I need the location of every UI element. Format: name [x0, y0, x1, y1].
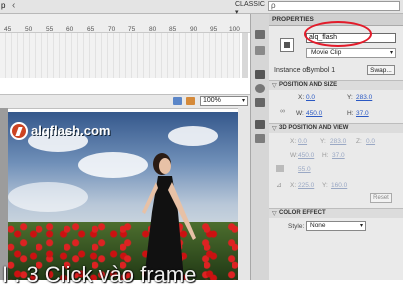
ruler-tick: 60: [66, 26, 74, 33]
edit-symbol-icon[interactable]: [186, 97, 195, 105]
workspace-label: CLASSIC: [235, 1, 265, 8]
timeline-ruler[interactable]: 45 50 55 60 65 70 75 80 85 90 95 100: [0, 14, 250, 33]
section-color-effect[interactable]: ▽ COLOR EFFECT: [269, 208, 403, 218]
site-logo: alqflash.com: [10, 120, 120, 144]
swap-button[interactable]: Swap...: [367, 65, 395, 75]
h3d-label: H:: [322, 152, 329, 159]
h-label: H:: [347, 110, 354, 117]
ruler-tick: 70: [108, 26, 116, 33]
color-style-select[interactable]: None ▾: [306, 221, 366, 231]
section-heading: 3D POSITION AND VIEW: [279, 125, 349, 131]
vx-label: X:: [290, 182, 297, 189]
highlight-annotation: [304, 21, 372, 47]
z3d-label: Z:: [356, 138, 362, 145]
ruler-tick: 90: [190, 26, 198, 33]
z3d-value: 0.0: [366, 138, 376, 145]
y3d-value: 283.0: [330, 138, 347, 145]
ruler-tick: 65: [87, 26, 95, 33]
ruler-tick: 55: [46, 26, 54, 33]
collapse-triangle-icon: ▽: [272, 83, 277, 89]
timeline-frames[interactable]: [0, 33, 240, 78]
section-heading: COLOR EFFECT: [279, 210, 326, 216]
vy-value: 160.0: [331, 182, 348, 189]
timeline-scrollbar[interactable]: [242, 33, 248, 78]
color-panel-icon[interactable]: [255, 30, 265, 39]
vx-value: 225.0: [298, 182, 315, 189]
panel-title: PROPERTIES: [272, 16, 314, 23]
x3d-label: X:: [290, 138, 297, 145]
symbol-type-select[interactable]: Movie Clip ▾: [306, 48, 396, 58]
y-label: Y:: [347, 94, 353, 101]
align-panel-icon[interactable]: [255, 70, 265, 79]
ruler-tick: 85: [169, 26, 177, 33]
library-panel-icon[interactable]: [255, 46, 265, 55]
section-3d-position-view[interactable]: ▽ 3D POSITION AND VIEW: [269, 123, 403, 133]
panel-dock-strip: [250, 14, 270, 280]
section-heading: POSITION AND SIZE: [279, 82, 338, 88]
symbol-type-value: Movie Clip: [311, 49, 342, 56]
w-value[interactable]: 450.0: [306, 110, 322, 117]
search-icon: ρ: [271, 1, 276, 10]
edit-scene-icon[interactable]: [173, 97, 182, 105]
ruler-tick: 80: [149, 26, 157, 33]
perspective-angle-icon: [276, 165, 284, 172]
chevron-down-icon: ▾: [389, 50, 393, 56]
w3d-value: 450.0: [298, 152, 315, 159]
cloud-shape: [8, 182, 88, 212]
section-position-size[interactable]: ▽ POSITION AND SIZE: [269, 80, 403, 90]
style-value: None: [310, 222, 326, 229]
top-bar-fragment: p: [1, 1, 6, 10]
ruler-tick: 45: [4, 26, 12, 33]
h3d-value: 37.0: [332, 152, 345, 159]
transform-panel-icon[interactable]: [255, 98, 265, 107]
ruler-tick: 50: [25, 26, 33, 33]
info-panel-icon[interactable]: [255, 84, 265, 93]
x-value[interactable]: 0.0: [306, 94, 315, 101]
pasteboard: [0, 108, 8, 280]
x-label: X:: [298, 94, 305, 101]
collapse-triangle-icon: ▽: [272, 126, 277, 132]
collapse-triangle-icon: ▽: [272, 211, 277, 217]
vanishing-point-icon: ⊿: [276, 182, 282, 189]
y3d-label: Y:: [320, 138, 326, 145]
components-panel-icon[interactable]: [255, 134, 265, 143]
zoom-select[interactable]: 100% ▾: [200, 96, 248, 106]
lock-proportions-icon[interactable]: ∞: [280, 108, 285, 115]
woman-figure: [142, 153, 196, 280]
w3d-label: W:: [290, 152, 298, 159]
ruler-tick: 75: [128, 26, 136, 33]
help-search-input[interactable]: ρ: [268, 1, 400, 11]
reset-button[interactable]: Reset: [370, 193, 392, 203]
vy-label: Y:: [322, 182, 328, 189]
y-value[interactable]: 283.0: [356, 94, 372, 101]
ruler-tick: 100: [229, 26, 240, 33]
fov-value: 55.0: [298, 166, 311, 173]
chevron-down-icon: ▾: [241, 98, 245, 104]
x3d-value: 0.0: [298, 138, 308, 145]
stage-scrollbar[interactable]: [238, 108, 250, 280]
flash-logo-icon: [10, 122, 28, 140]
ruler-tick: 95: [210, 26, 218, 33]
zoom-value: 100%: [203, 97, 221, 104]
chevron-down-icon: ▾: [359, 223, 363, 229]
logo-text: alqflash.com: [31, 123, 111, 138]
h-value[interactable]: 37.0: [356, 110, 369, 117]
instance-of-value: Symbol 1: [306, 67, 336, 74]
w-label: W:: [296, 110, 304, 117]
instance-of-label: Instance of:: [274, 67, 311, 74]
workspace-switcher[interactable]: CLASSIC ▾: [235, 1, 265, 16]
text-panel-icon[interactable]: [255, 120, 265, 129]
movie-clip-icon: [280, 38, 294, 52]
style-label: Style:: [288, 223, 305, 230]
back-arrow-icon[interactable]: ‹: [12, 0, 15, 11]
